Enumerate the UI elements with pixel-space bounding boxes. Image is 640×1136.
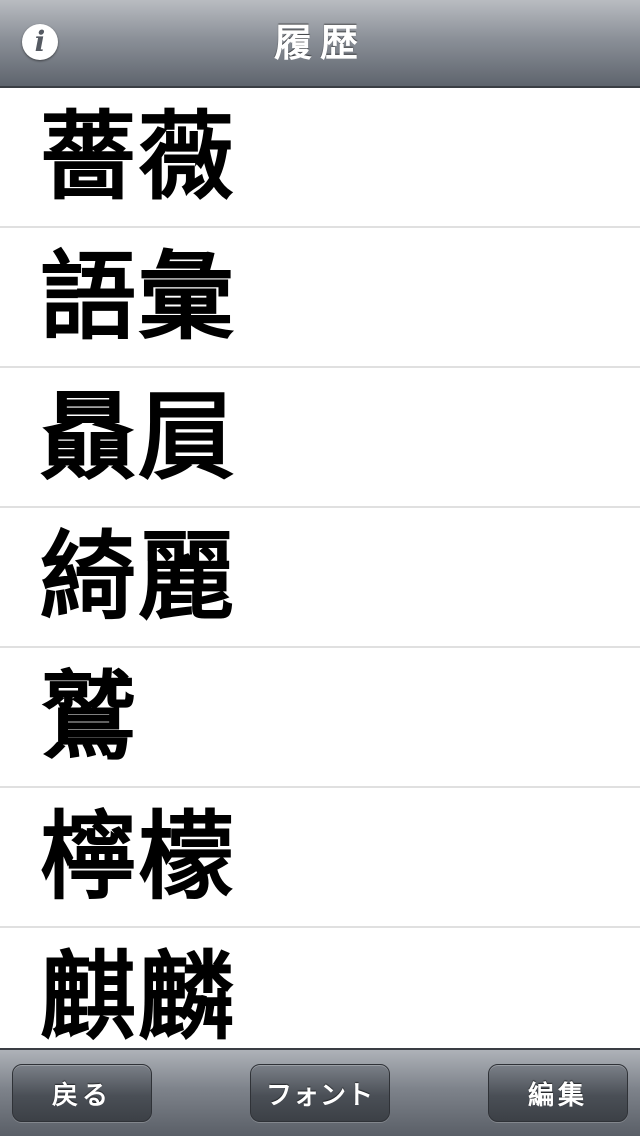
history-word: 薔薇 [40,100,236,213]
history-item[interactable]: 鷲 [0,648,640,788]
bottom-toolbar: 戻る フォント 編集 [0,1048,640,1136]
navigation-bar: i 履歴 [0,0,640,88]
history-item[interactable]: 語彙 [0,228,640,368]
history-item[interactable]: 檸檬 [0,788,640,928]
history-word: 鷲 [40,660,138,773]
history-word: 綺麗 [40,520,236,633]
history-list[interactable]: 薔薇 語彙 贔屓 綺麗 鷲 檸檬 麒麟 [0,88,640,1048]
page-title: 履歴 [273,21,366,65]
history-item[interactable]: 贔屓 [0,368,640,508]
font-button[interactable]: フォント [250,1064,390,1122]
history-item[interactable]: 麒麟 [0,928,640,1048]
edit-button[interactable]: 編集 [488,1064,628,1122]
back-button[interactable]: 戻る [12,1064,152,1122]
history-item[interactable]: 薔薇 [0,88,640,228]
history-word: 麒麟 [40,940,236,1048]
history-item[interactable]: 綺麗 [0,508,640,648]
history-word: 語彙 [40,240,236,353]
history-word: 贔屓 [40,380,236,493]
history-word: 檸檬 [40,800,236,913]
